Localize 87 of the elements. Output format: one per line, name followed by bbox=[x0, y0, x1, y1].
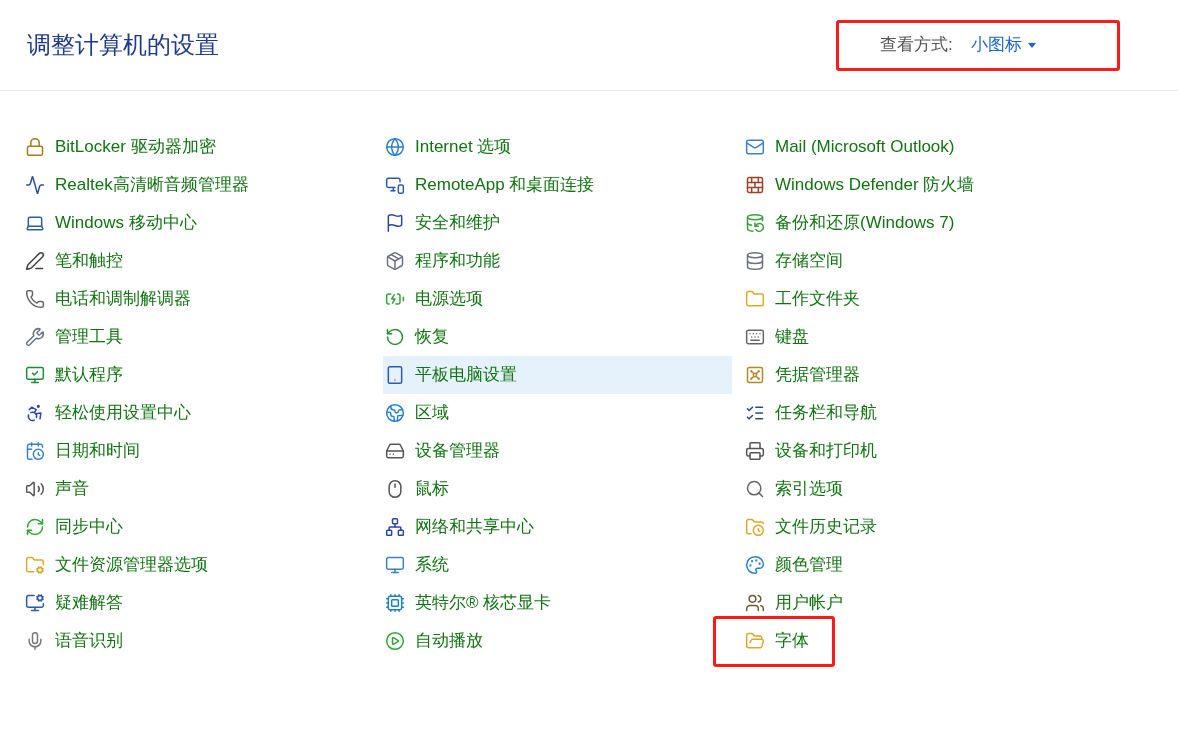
accessibility-icon bbox=[25, 403, 45, 423]
settings-link[interactable]: 存储空间 bbox=[743, 242, 1092, 280]
tablet-icon bbox=[385, 365, 405, 385]
settings-link[interactable]: 日期和时间 bbox=[23, 432, 372, 470]
microphone-icon bbox=[25, 631, 45, 651]
calendar-clock-icon bbox=[25, 441, 45, 461]
view-by-dropdown[interactable]: 小图标 bbox=[970, 32, 1036, 58]
keyboard-icon bbox=[745, 327, 765, 347]
settings-link[interactable]: 区域 bbox=[383, 394, 732, 432]
settings-link[interactable]: 任务栏和导航 bbox=[743, 394, 1092, 432]
mail-icon bbox=[745, 137, 765, 157]
settings-link[interactable]: 语音识别 bbox=[23, 622, 372, 660]
mouse-icon bbox=[385, 479, 405, 499]
users-icon bbox=[745, 593, 765, 613]
printer-icon bbox=[745, 441, 765, 461]
settings-link[interactable]: 笔和触控 bbox=[23, 242, 372, 280]
settings-link[interactable]: 恢复 bbox=[383, 318, 732, 356]
settings-link[interactable]: 电源选项 bbox=[383, 280, 732, 318]
settings-link[interactable]: 文件资源管理器选项 bbox=[23, 546, 372, 584]
settings-link[interactable]: Windows 移动中心 bbox=[23, 204, 372, 242]
waveform-icon bbox=[25, 175, 45, 195]
undo-icon bbox=[385, 327, 405, 347]
globe-icon bbox=[385, 137, 405, 157]
settings-link[interactable]: 文件历史记录 bbox=[743, 508, 1092, 546]
hard-drive-icon bbox=[385, 441, 405, 461]
settings-link[interactable]: 同步中心 bbox=[23, 508, 372, 546]
settings-link[interactable]: BitLocker 驱动器加密 bbox=[23, 128, 372, 166]
settings-link[interactable]: 索引选项 bbox=[743, 470, 1092, 508]
database-icon bbox=[745, 251, 765, 271]
settings-link[interactable]: 疑难解答 bbox=[23, 584, 372, 622]
page-title: 调整计算机的设置 bbox=[27, 30, 219, 60]
settings-link[interactable]: 备份和还原(Windows 7) bbox=[743, 204, 1092, 242]
settings-link[interactable]: 平板电脑设置 bbox=[383, 356, 732, 394]
settings-link[interactable]: 系统 bbox=[383, 546, 732, 584]
globe-icon bbox=[385, 403, 405, 423]
settings-link[interactable]: 英特尔® 核芯显卡 bbox=[383, 584, 732, 622]
network-icon bbox=[385, 517, 405, 537]
settings-link[interactable]: 键盘 bbox=[743, 318, 1092, 356]
settings-link[interactable]: 自动播放 bbox=[383, 622, 732, 660]
settings-link[interactable]: 声音 bbox=[23, 470, 372, 508]
settings-link[interactable]: Mail (Microsoft Outlook) bbox=[743, 128, 1092, 166]
flag-icon bbox=[385, 213, 405, 233]
chip-icon bbox=[385, 593, 405, 613]
wrench-icon bbox=[25, 327, 45, 347]
settings-link[interactable]: RemoteApp 和桌面连接 bbox=[383, 166, 732, 204]
monitor-check-icon bbox=[25, 365, 45, 385]
palette-icon bbox=[745, 555, 765, 575]
monitor-gear-icon bbox=[25, 593, 45, 613]
folder-gear-icon bbox=[25, 555, 45, 575]
folder-icon bbox=[745, 631, 765, 651]
folder-icon bbox=[745, 289, 765, 309]
monitor-phone-icon bbox=[385, 175, 405, 195]
checklist-icon bbox=[745, 403, 765, 423]
settings-link[interactable]: 颜色管理 bbox=[743, 546, 1092, 584]
speaker-icon bbox=[25, 479, 45, 499]
vault-icon bbox=[745, 365, 765, 385]
settings-link[interactable]: 凭据管理器 bbox=[743, 356, 1092, 394]
settings-link[interactable]: 管理工具 bbox=[23, 318, 372, 356]
lock-icon bbox=[25, 137, 45, 157]
settings-link[interactable]: 程序和功能 bbox=[383, 242, 732, 280]
settings-link[interactable]: Realtek高清晰音频管理器 bbox=[23, 166, 372, 204]
pen-icon bbox=[25, 251, 45, 271]
package-icon bbox=[385, 251, 405, 271]
settings-link[interactable]: 电话和调制解调器 bbox=[23, 280, 372, 318]
laptop-icon bbox=[25, 213, 45, 233]
settings-link[interactable]: 字体 bbox=[743, 622, 1092, 660]
view-by-label: 查看方式: bbox=[880, 34, 953, 57]
settings-link[interactable]: 网络和共享中心 bbox=[383, 508, 732, 546]
settings-link[interactable]: Internet 选项 bbox=[383, 128, 732, 166]
settings-link[interactable]: Windows Defender 防火墙 bbox=[743, 166, 1092, 204]
folder-clock-icon bbox=[745, 517, 765, 537]
brick-wall-icon bbox=[745, 175, 765, 195]
caret-icon bbox=[1027, 42, 1036, 48]
settings-link[interactable]: 用户帐户 bbox=[743, 584, 1092, 622]
search-icon bbox=[745, 479, 765, 499]
sync-icon bbox=[25, 517, 45, 537]
database-backup-icon bbox=[745, 213, 765, 233]
settings-link[interactable]: 轻松使用设置中心 bbox=[23, 394, 372, 432]
settings-link[interactable]: 默认程序 bbox=[23, 356, 372, 394]
settings-link[interactable]: 设备和打印机 bbox=[743, 432, 1092, 470]
settings-link[interactable]: 安全和维护 bbox=[383, 204, 732, 242]
settings-link[interactable]: 工作文件夹 bbox=[743, 280, 1092, 318]
phone-icon bbox=[25, 289, 45, 309]
settings-link[interactable]: 设备管理器 bbox=[383, 432, 732, 470]
settings-link[interactable]: 鼠标 bbox=[383, 470, 732, 508]
play-icon bbox=[385, 631, 405, 651]
monitor-icon bbox=[385, 555, 405, 575]
